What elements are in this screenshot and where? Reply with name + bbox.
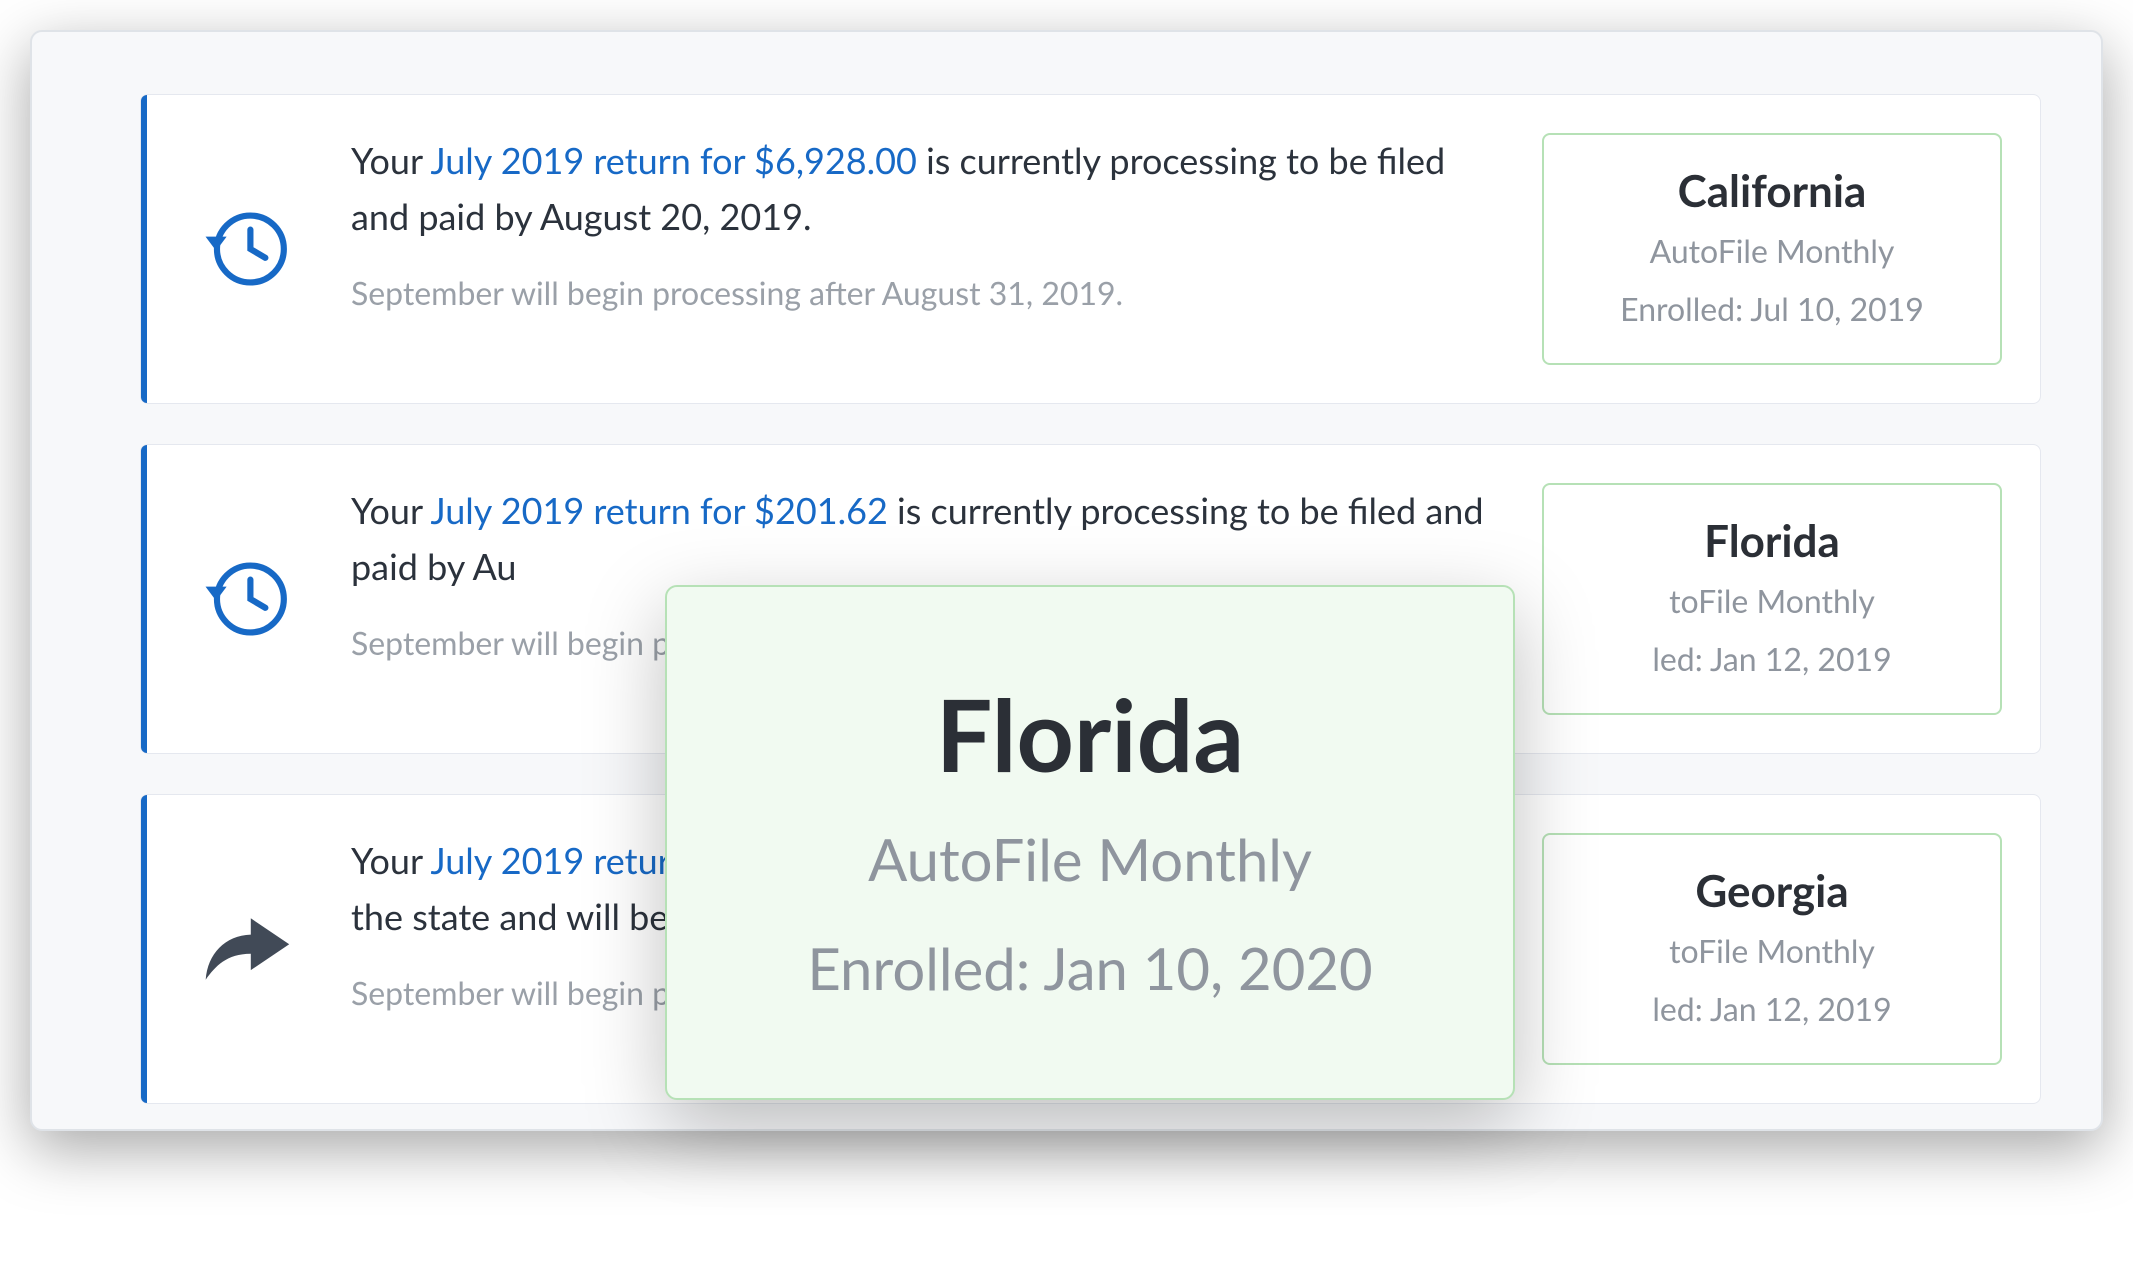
msg-prefix: Your [351,838,431,882]
state-summary-box[interactable]: Florida toFile Monthly led: Jan 12, 2019 [1542,483,2002,715]
share-arrow-icon [198,901,294,997]
return-primary-text: Your July 2019 return for $6,928.00 is c… [351,133,1502,245]
popup-enrolled: Enrolled: Jan 10, 2020 [807,925,1372,1012]
state-summary-box[interactable]: California AutoFile Monthly Enrolled: Ju… [1542,133,2002,365]
state-name: Georgia [1695,865,1848,917]
return-link[interactable]: July 2019 return [431,838,691,882]
return-message: Your July 2019 return for $6,928.00 is c… [351,133,1542,365]
popup-plan: AutoFile Monthly [868,816,1312,903]
share-icon-wrap [141,833,351,1065]
return-primary-text: Your July 2019 return for $201.62 is cur… [351,483,1502,595]
msg-prefix: Your [351,138,431,182]
state-enrolled: led: Jan 12, 2019 [1652,985,1891,1033]
state-name: Florida [1704,515,1840,567]
popup-state-name: Florida [936,674,1244,794]
state-plan: toFile Monthly [1669,927,1875,975]
processing-icon-wrap [141,133,351,365]
return-link[interactable]: July 2019 return for $6,928.00 [431,138,917,182]
state-name: California [1678,165,1867,217]
state-enrolled: led: Jan 12, 2019 [1652,635,1891,683]
state-detail-popup[interactable]: Florida AutoFile Monthly Enrolled: Jan 1… [665,585,1515,1100]
history-icon [202,555,290,643]
state-summary-box[interactable]: Georgia toFile Monthly led: Jan 12, 2019 [1542,833,2002,1065]
history-icon [202,205,290,293]
state-enrolled: Enrolled: Jul 10, 2019 [1620,285,1924,333]
return-card[interactable]: Your July 2019 return for $6,928.00 is c… [140,94,2041,404]
state-plan: toFile Monthly [1669,577,1875,625]
state-plan: AutoFile Monthly [1650,227,1895,275]
msg-prefix: Your [351,488,431,532]
msg-suffix: the state and will be c [351,894,695,938]
processing-icon-wrap [141,483,351,715]
return-link[interactable]: July 2019 return for $201.62 [431,488,888,532]
return-note: September will begin processing after Au… [351,273,1502,312]
